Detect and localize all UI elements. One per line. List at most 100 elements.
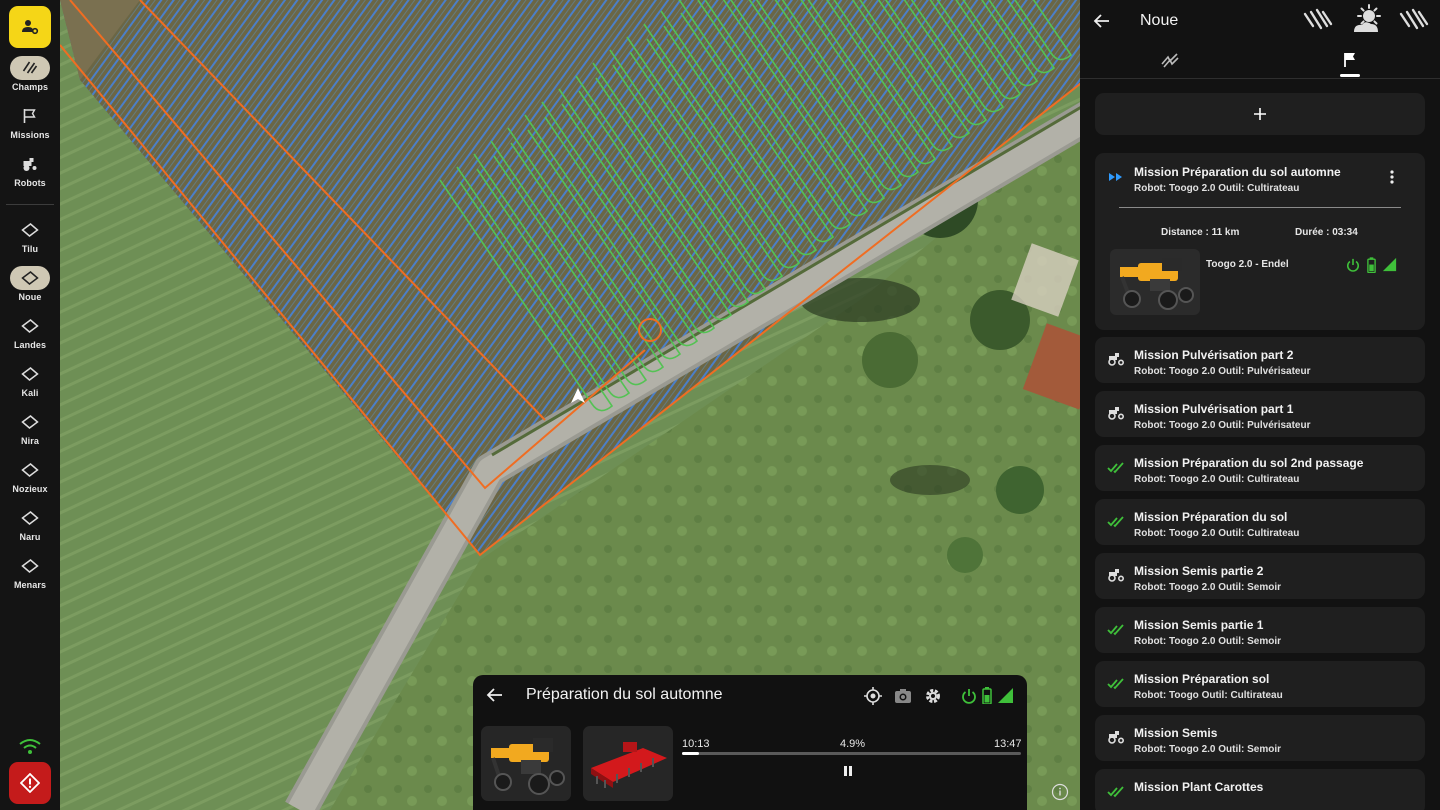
field-shape-icon [21,271,39,285]
rail-item-missions[interactable]: Missions [0,104,60,140]
gear-icon[interactable] [924,687,942,705]
back-arrow-icon[interactable] [1092,11,1112,31]
partly-sunny-icon[interactable] [1351,4,1383,36]
rail-item-naru[interactable]: Naru [0,506,60,542]
mission-subtitle: Robot: Toogo 2.0 Outil: Cultirateau [1134,528,1300,539]
mission-list-item[interactable]: Mission Préparation du sol Robot: Toogo 2… [1095,499,1425,545]
mission-status [1107,676,1125,695]
mission-status [1107,730,1125,749]
active-mission-card[interactable]: Mission Préparation du sol automne Robot… [1095,153,1425,330]
rail-item-landes[interactable]: Landes [0,314,60,350]
mission-status [1107,514,1125,533]
rain-icon[interactable] [1399,8,1429,32]
account-button[interactable] [9,6,51,48]
mission-status [1107,568,1125,587]
back-arrow-icon[interactable] [485,685,505,705]
tab-missions[interactable] [1260,42,1440,78]
mission-name: Mission Préparation sol [1134,672,1270,686]
rail-item-label: Tilu [21,244,39,254]
mission-control-card: Préparation du sol automne 10:13 4.9% 13… [473,675,1027,810]
tab-indicator [1340,74,1360,77]
robot-image [491,738,565,795]
end-time: 13:47 [994,738,1022,750]
mission-name: Mission Préparation du sol [1134,510,1288,524]
mission-subtitle: Robot: Toogo 2.0 Outil: Semoir [1134,582,1282,593]
pause-icon[interactable] [842,764,854,778]
emergency-stop-button[interactable] [9,762,51,804]
field-shape-icon [21,559,39,573]
rail-icon-wrap [10,506,50,530]
mission-subtitle: Robot: Toogo 2.0 Outil: Semoir [1134,636,1282,647]
mission-list-item[interactable]: Mission Semis partie 1 Robot: Toogo 2.0 O… [1095,607,1425,653]
rail-item-menars[interactable]: Menars [0,554,60,590]
plus-icon [1254,108,1266,120]
rail-item-robots[interactable]: Robots [0,152,60,188]
mission-list-item[interactable]: Mission Plant Carottes [1095,769,1425,810]
rail-item-label: Landes [13,340,47,350]
mission-text: Mission Pulvérisation part 1 Robot: Toogo… [1134,402,1311,431]
flag-icon [23,109,36,123]
mission-text: Mission Semis Robot: Toogo 2.0 Outil: Sem… [1134,726,1281,755]
mission-status [1107,460,1125,479]
field-shape-icon [21,223,39,237]
more-vertical-icon[interactable] [1389,169,1395,185]
field-panel: Noue Mission Préparation du sol automne … [1080,0,1440,810]
mission-list-item[interactable]: Mission Semis Robot: Toogo 2.0 Outil: Sem… [1095,715,1425,761]
double-check-icon [1107,516,1124,528]
rail-item-noue[interactable]: Noue [0,266,60,302]
mission-name: Mission Pulvérisation part 2 [1134,348,1294,362]
mission-list-item[interactable]: Mission Semis partie 2 Robot: Toogo 2.0 O… [1095,553,1425,599]
rail-item-nira[interactable]: Nira [0,410,60,446]
mission-text: Mission Plant Carottes [1134,780,1263,798]
rail-item-tilu[interactable]: Tilu [0,218,60,254]
mission-subtitle: Robot: Toogo 2.0 Outil: Pulvérisateur [1134,366,1311,377]
progress-bar[interactable] [682,752,1021,755]
mission-status [1107,352,1125,371]
user-settings-icon [22,20,39,35]
rail-icon-wrap [10,410,50,434]
double-check-icon [1107,462,1124,474]
rail-item-nozieux[interactable]: Nozieux [0,458,60,494]
mission-list-item[interactable]: Mission Pulvérisation part 1 Robot: Toogo… [1095,391,1425,437]
mission-name: Mission Préparation du sol 2nd passage [1134,456,1364,470]
add-mission-button[interactable] [1095,93,1425,135]
mission-list-item[interactable]: Mission Pulvérisation part 2 Robot: Toogo… [1095,337,1425,383]
mission-list-item[interactable]: Mission Préparation du sol 2nd passage Ro… [1095,445,1425,491]
tab-paths[interactable] [1080,42,1260,78]
info-icon[interactable] [1051,783,1069,801]
camera-icon[interactable] [894,687,912,705]
divider [1119,207,1401,208]
rail-icon-wrap [10,104,50,128]
mission-list-item[interactable]: Mission Préparation sol Robot: Toogo Outi… [1095,661,1425,707]
paths-icon [1161,53,1179,68]
mission-status [1107,622,1125,641]
rail-icon-wrap [10,554,50,578]
locate-target-icon[interactable] [864,687,882,705]
mission-text: Mission Préparation du sol 2nd passage Ro… [1134,456,1363,485]
battery-icon [982,687,992,704]
mission-duration: Durée : 03:34 [1295,227,1358,238]
field-shape-icon [21,319,39,333]
signal-strength-icon [1382,257,1397,272]
rail-item-champs[interactable]: Champs [0,56,60,92]
rail-item-label: Champs [11,82,49,92]
warning-diamond-icon [20,773,40,793]
wifi-icon [19,739,41,754]
rail-icon-wrap [10,56,50,80]
battery-icon [1367,257,1376,273]
tool-thumbnail[interactable] [583,726,673,801]
rain-icon[interactable] [1303,8,1333,32]
rail-item-label: Noue [18,292,42,302]
fast-forward-icon [1109,173,1122,181]
field-shape-icon [21,367,39,381]
rail-divider [6,204,54,205]
double-check-icon [1107,678,1124,690]
mission-text: Mission Préparation du sol Robot: Toogo 2… [1134,510,1299,539]
robot-thumbnail[interactable] [481,726,571,801]
rail-item-kali[interactable]: Kali [0,362,60,398]
nav-rail: Champs Missions Robots Tilu Noue Landes Kali Ni… [0,0,60,810]
field-shape-icon [21,511,39,525]
rail-item-label: Nira [21,436,39,446]
progress-percent: 4.9% [840,738,866,750]
mission-name: Mission Semis partie 1 [1134,618,1264,632]
